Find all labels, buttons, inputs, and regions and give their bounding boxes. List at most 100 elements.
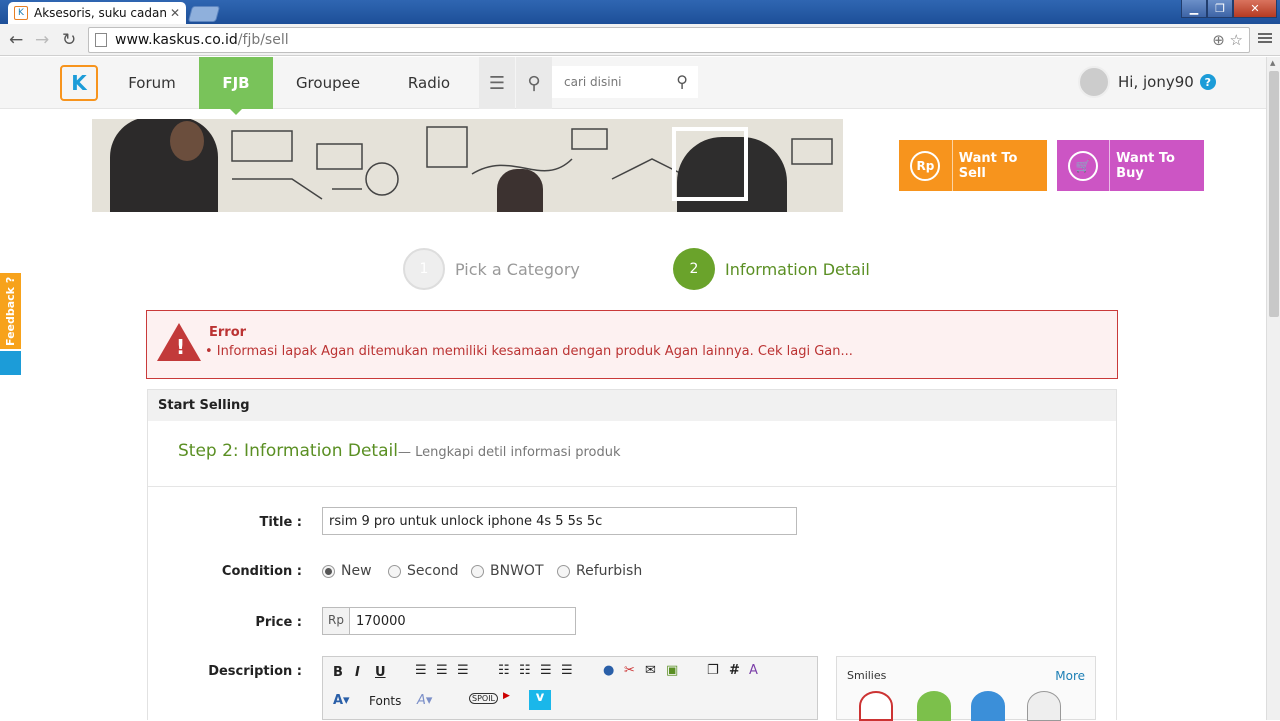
nav-radio[interactable]: Radio (400, 57, 458, 109)
banner-person-left-head (170, 121, 204, 161)
fonts-dropdown[interactable]: Fonts (369, 694, 401, 708)
repost-smiley-icon[interactable] (1027, 691, 1061, 721)
nav-groupee[interactable]: Groupee (290, 57, 366, 109)
step-subtitle: — Lengkapi detil informasi produk (397, 445, 621, 460)
bullet-list-icon[interactable]: ☷ (498, 663, 510, 678)
smilies-panel: Smilies More (836, 656, 1096, 721)
maximize-button[interactable]: ❐ (1207, 0, 1233, 18)
user-menu[interactable]: Hi, jony90 ? (1078, 66, 1216, 98)
page-scrollbar[interactable]: ▲ (1266, 57, 1280, 720)
cart-icon: 🛒 (1068, 150, 1099, 181)
image-icon[interactable]: ▣ (666, 663, 678, 678)
condition-label: Condition : (221, 564, 302, 579)
condition-refurbish-radio[interactable]: Refurbish (557, 563, 642, 579)
quote-icon[interactable]: ❐ (707, 663, 719, 678)
tab-close-icon[interactable]: ✕ (170, 6, 180, 20)
outdent-icon[interactable]: ☰ (561, 663, 573, 678)
back-button[interactable]: ← (9, 31, 23, 49)
rupiah-icon: Rp (910, 150, 941, 181)
step-information-detail: 2 Information Detail (673, 248, 870, 290)
spoiler-icon[interactable]: SPOIL (469, 693, 499, 704)
number-list-icon[interactable]: ☷ (519, 663, 531, 678)
step-pick-category[interactable]: 1 Pick a Category (403, 248, 580, 290)
font-size-icon[interactable]: A▾ (417, 693, 432, 708)
want-to-sell-button[interactable]: Rp Want To Sell (899, 140, 1047, 191)
new-tab-button[interactable] (187, 6, 221, 22)
feedback-tab[interactable]: Feedback ? (0, 273, 21, 349)
browser-tab[interactable]: K Aksesoris, suku cadang HP ✕ (8, 2, 186, 24)
align-center-icon[interactable]: ☰ (436, 663, 448, 678)
browser-menu-icon[interactable] (1258, 31, 1272, 45)
help-icon[interactable]: ? (1199, 74, 1216, 90)
step-label: Information Detail (725, 259, 870, 279)
menu-icon[interactable]: ☰ (479, 57, 515, 109)
unlink-icon[interactable]: ✂ (624, 663, 635, 678)
bold-button[interactable]: B (333, 665, 343, 680)
reload-button[interactable]: ↻ (62, 31, 76, 49)
italic-button[interactable]: I (355, 665, 360, 680)
kaskus-logo[interactable]: K (60, 65, 98, 101)
radio-icon (388, 564, 401, 578)
step-number: 2 (673, 248, 715, 290)
zoom-icon[interactable]: ⊕ (1212, 31, 1225, 49)
location-icon[interactable]: ⚲ (516, 57, 552, 109)
indent-icon[interactable]: ☰ (540, 663, 552, 678)
nav-forum[interactable]: Forum (118, 57, 186, 109)
nav-fjb[interactable]: FJB (199, 57, 273, 115)
step-label: Pick a Category (455, 259, 580, 279)
forward-button[interactable]: → (35, 31, 49, 49)
active-caret-icon (230, 109, 242, 115)
align-left-icon[interactable]: ☰ (415, 663, 427, 678)
sell-icon-wrap: Rp (899, 140, 953, 191)
browser-toolbar: ← → ↻ www.kaskus.co.id/fjb/sell ⊕ ☆ (0, 24, 1280, 56)
strikethrough-icon[interactable]: A (749, 663, 758, 678)
feedback-secondary-icon[interactable] (0, 351, 21, 375)
close-window-button[interactable]: ✕ (1233, 0, 1277, 18)
fjb-banner-image (92, 119, 843, 212)
error-title: Error (209, 325, 247, 340)
search-input[interactable]: cari disini ⚲ (552, 66, 698, 98)
smiley-icon[interactable] (917, 691, 951, 721)
smiley-icon[interactable] (971, 691, 1005, 721)
email-icon[interactable]: ✉ (645, 663, 656, 678)
url-domain: www.kaskus.co.id (115, 32, 238, 48)
condition-option: BNWOT (490, 563, 544, 579)
condition-option: New (341, 563, 372, 579)
radio-icon (471, 564, 484, 578)
address-actions: ⊕ ☆ (1212, 31, 1243, 49)
condition-second-radio[interactable]: Second (388, 563, 459, 579)
smiley-icon[interactable] (859, 691, 893, 721)
want-to-buy-button[interactable]: 🛒 Want To Buy (1057, 140, 1204, 191)
price-input[interactable]: 170000 (349, 607, 576, 635)
scrollbar-thumb[interactable] (1269, 71, 1279, 317)
condition-new-radio[interactable]: New (322, 563, 372, 579)
step-title: Step 2: Information Detail (178, 441, 398, 461)
align-right-icon[interactable]: ☰ (457, 663, 469, 678)
smilies-title: Smilies (847, 669, 887, 682)
underline-button[interactable]: U (375, 665, 386, 680)
kaskus-favicon-icon: K (14, 6, 28, 20)
link-icon[interactable]: ● (603, 663, 614, 678)
user-greeting: Hi, jony90 (1118, 73, 1194, 91)
condition-bnwot-radio[interactable]: BNWOT (471, 563, 544, 579)
url-path: /fjb/sell (237, 32, 289, 48)
font-color-icon[interactable]: A▾ (333, 693, 350, 708)
search-placeholder: cari disini (564, 75, 622, 89)
address-bar[interactable]: www.kaskus.co.id/fjb/sell ⊕ ☆ (88, 27, 1250, 53)
vimeo-icon[interactable]: v (529, 690, 551, 710)
nav-fjb-label: FJB (222, 74, 250, 92)
minimize-button[interactable]: ▁ (1181, 0, 1207, 18)
title-input[interactable]: rsim 9 pro untuk unlock iphone 4s 5 5s 5… (322, 507, 797, 535)
youtube-icon[interactable]: ▶ (503, 691, 510, 701)
scroll-up-icon[interactable]: ▲ (1270, 59, 1275, 67)
search-icon[interactable]: ⚲ (676, 72, 688, 91)
radio-checked-icon (322, 564, 335, 578)
hash-icon[interactable]: # (729, 663, 740, 678)
bookmark-star-icon[interactable]: ☆ (1230, 31, 1243, 49)
description-editor[interactable]: B I U ☰ ☰ ☰ ☷ ☷ ☰ ☰ ● ✂ ✉ ▣ ❐ # A A▾ Fon… (322, 656, 818, 720)
price-label: Price : (255, 615, 302, 630)
site-header: K Forum FJB Groupee Radio ☰ ⚲ cari disin… (0, 57, 1266, 115)
condition-option: Second (407, 563, 459, 579)
smilies-more-link[interactable]: More (1055, 669, 1085, 683)
warning-mark: ! (176, 335, 186, 359)
